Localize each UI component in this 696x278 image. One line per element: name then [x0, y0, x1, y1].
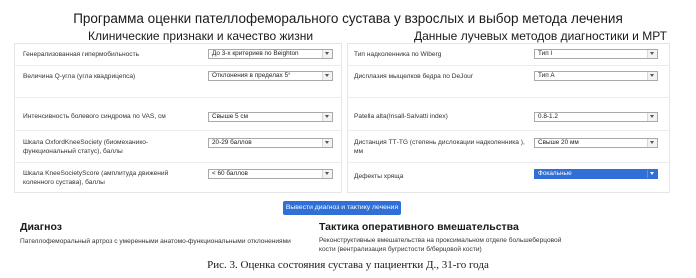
chevron-down-icon: [322, 113, 332, 121]
chevron-down-icon: [322, 72, 332, 80]
tactics-heading: Тактика оперативного вмешательства: [319, 221, 519, 233]
pain-vas-value: Свыше 5 см: [212, 113, 248, 120]
hypermobility-label: Генерализованная гипермобильность: [23, 51, 140, 58]
cartilage-defects-value: Фокальные: [538, 170, 572, 177]
dejour-dysplasia-label: Дисплазия мыщелков бедра по DeJour: [354, 73, 474, 80]
dejour-dysplasia-value: Тип А: [538, 72, 555, 79]
chevron-down-icon: [647, 72, 657, 80]
hypermobility-value: До 3-х критериев по Beighton: [212, 50, 299, 57]
form-row-pain-vas: Интенсивность болевого синдрома по VAS, …: [15, 97, 341, 131]
form-row-oxford-score: Шкала OxfordKneeSociety (биомеханико- фу…: [15, 130, 341, 163]
chevron-down-icon: [647, 113, 657, 121]
q-angle-value: Отклонения в пределах 5°: [212, 72, 291, 79]
cartilage-defects-label: Дефекты хряща: [354, 173, 404, 180]
page-title: Программа оценки пателлофеморального сус…: [73, 11, 623, 26]
knee-society-score-select[interactable]: < 60 баллов: [208, 169, 333, 179]
form-row-q-angle: Величина Q-угла (угла квадрицепса) Откло…: [15, 65, 341, 98]
knee-society-score-label-line2: коленного сустава), баллы: [23, 178, 105, 186]
diagnosis-text: Пателлофеморальный артроз с умеренными а…: [20, 238, 291, 245]
clinical-signs-panel: Генерализованная гипермобильность До 3-х…: [14, 43, 342, 193]
oxford-score-label-line2: функциональный статус), баллы: [23, 147, 123, 155]
chevron-down-icon: [322, 170, 332, 178]
imaging-section-title: Данные лучевых методов диагностики и МРТ: [414, 29, 668, 43]
patella-alta-label: Patella alta(Insall-Salvatti index): [354, 113, 448, 120]
chevron-down-icon: [647, 139, 657, 147]
wiberg-type-select[interactable]: Тип I: [534, 49, 658, 59]
show-diagnosis-button[interactable]: Вывести диагноз и тактику лечения: [283, 201, 401, 215]
patella-alta-value: 0.8-1.2: [538, 113, 558, 120]
chevron-down-icon: [322, 50, 332, 58]
dejour-dysplasia-select[interactable]: Тип А: [534, 71, 658, 81]
knee-society-score-label-line1: Шкала KneeSocietyScore (амплитуда движен…: [23, 170, 169, 177]
knee-society-score-label: Шкала KneeSocietyScore (амплитуда движен…: [23, 170, 168, 187]
pain-vas-select[interactable]: Свыше 5 см: [208, 112, 333, 122]
q-angle-select[interactable]: Отклонения в пределах 5°: [208, 71, 333, 81]
chevron-down-icon: [647, 170, 657, 178]
form-row-tt-tg-distance: Дистанция ТТ-TG (степень дислокации надк…: [348, 130, 669, 163]
oxford-score-select[interactable]: 20-29 баллов: [208, 138, 333, 148]
clinical-section-title: Клинические признаки и качество жизни: [88, 29, 314, 43]
tt-tg-distance-label-line1: Дистанция ТТ-TG (степень дислокации надк…: [354, 139, 525, 146]
figure-caption: Рис. 3. Оценка состояния сустава у пацие…: [207, 259, 489, 271]
form-row-cartilage-defects: Дефекты хряща Фокальные: [348, 162, 669, 193]
oxford-score-label-line1: Шкала OxfordKneeSociety (биомеханико-: [23, 139, 149, 146]
pain-vas-label: Интенсивность болевого синдрома по VAS, …: [23, 113, 166, 120]
chevron-down-icon: [647, 50, 657, 58]
diagnosis-heading: Диагноз: [20, 221, 62, 233]
oxford-score-value: 20-29 баллов: [212, 139, 252, 146]
oxford-score-label: Шкала OxfordKneeSociety (биомеханико- фу…: [23, 139, 148, 156]
knee-society-score-value: < 60 баллов: [212, 170, 248, 177]
form-row-patella-alta: Patella alta(Insall-Salvatti index) 0.8-…: [348, 97, 669, 131]
form-row-wiberg-type: Тип надколенника по Wiberg Тип I: [348, 44, 669, 65]
tt-tg-distance-value: Свыше 20 мм: [538, 139, 579, 146]
tactics-text-line1: Реконструктивные вмешательства на прокси…: [319, 237, 562, 244]
chevron-down-icon: [322, 139, 332, 147]
imaging-data-panel: Тип надколенника по Wiberg Тип I Дисплаз…: [347, 43, 670, 193]
q-angle-label: Величина Q-угла (угла квадрицепса): [23, 73, 136, 80]
patella-alta-select[interactable]: 0.8-1.2: [534, 112, 658, 122]
form-row-dejour-dysplasia: Дисплазия мыщелков бедра по DeJour Тип А: [348, 65, 669, 98]
form-row-hypermobility: Генерализованная гипермобильность До 3-х…: [15, 44, 341, 65]
tactics-text: Реконструктивные вмешательства на прокси…: [319, 236, 561, 254]
wiberg-type-label: Тип надколенника по Wiberg: [354, 51, 442, 58]
wiberg-type-value: Тип I: [538, 50, 553, 57]
tt-tg-distance-label-line2: мм: [354, 147, 364, 155]
tactics-text-line2: кости (вентрализация бугристости б/берцо…: [319, 246, 482, 253]
tt-tg-distance-label: Дистанция ТТ-TG (степень дислокации надк…: [354, 139, 525, 156]
hypermobility-select[interactable]: До 3-х критериев по Beighton: [208, 49, 333, 59]
form-row-knee-society-score: Шкала KneeSocietyScore (амплитуда движен…: [15, 162, 341, 193]
cartilage-defects-select[interactable]: Фокальные: [534, 169, 658, 179]
tt-tg-distance-select[interactable]: Свыше 20 мм: [534, 138, 658, 148]
